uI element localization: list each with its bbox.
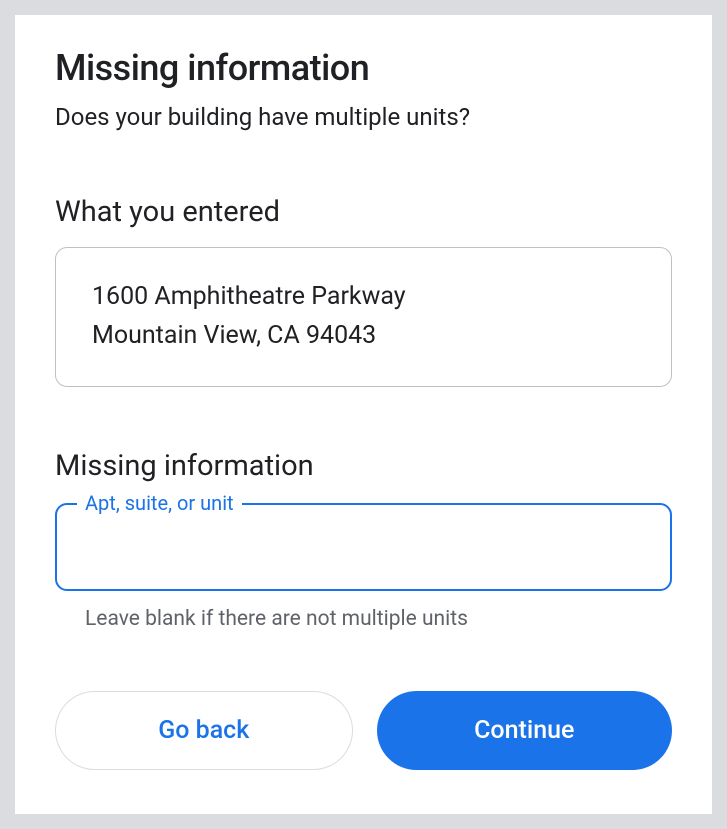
unit-input-label: Apt, suite, or unit	[77, 491, 242, 515]
dialog-subtitle: Does your building have multiple units?	[55, 103, 672, 131]
entered-address-box: 1600 Amphitheatre Parkway Mountain View,…	[55, 247, 672, 387]
dialog-card: Missing information Does your building h…	[14, 14, 713, 815]
dialog-title: Missing information	[55, 47, 672, 89]
entered-heading: What you entered	[55, 195, 672, 229]
address-line-1: 1600 Amphitheatre Parkway	[92, 278, 635, 317]
unit-helper-text: Leave blank if there are not multiple un…	[85, 607, 672, 631]
go-back-button[interactable]: Go back	[55, 691, 353, 770]
address-line-2: Mountain View, CA 94043	[92, 317, 635, 356]
continue-button[interactable]: Continue	[377, 691, 673, 770]
unit-input[interactable]	[55, 503, 672, 591]
button-row: Go back Continue	[55, 691, 672, 770]
unit-input-wrapper: Apt, suite, or unit	[55, 503, 672, 591]
missing-heading: Missing information	[55, 449, 672, 483]
